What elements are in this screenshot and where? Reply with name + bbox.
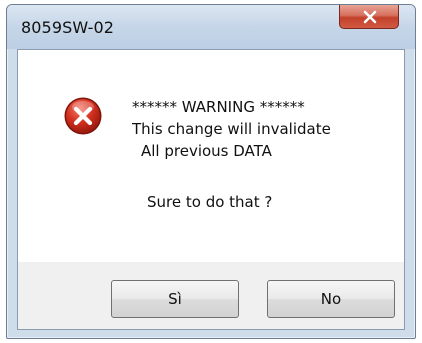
no-button[interactable]: No	[267, 280, 395, 318]
dialog-body: ****** WARNING ****** This change will i…	[17, 49, 405, 330]
title-bar[interactable]: 8059SW-02	[7, 5, 415, 49]
message-line: This change will invalidate	[132, 120, 331, 138]
window-title: 8059SW-02	[21, 18, 115, 37]
message-line: All previous DATA	[141, 142, 272, 160]
close-icon	[363, 10, 377, 24]
close-button[interactable]	[339, 5, 399, 29]
message-area: ****** WARNING ****** This change will i…	[18, 50, 404, 262]
warning-header-text: ****** WARNING ******	[132, 98, 305, 116]
error-icon	[64, 97, 102, 135]
warning-dialog: 8059SW-02 ****** WARNING ****** This cha…	[6, 4, 416, 339]
yes-button[interactable]: Sì	[111, 280, 239, 318]
confirmation-question: Sure to do that ?	[147, 193, 273, 211]
